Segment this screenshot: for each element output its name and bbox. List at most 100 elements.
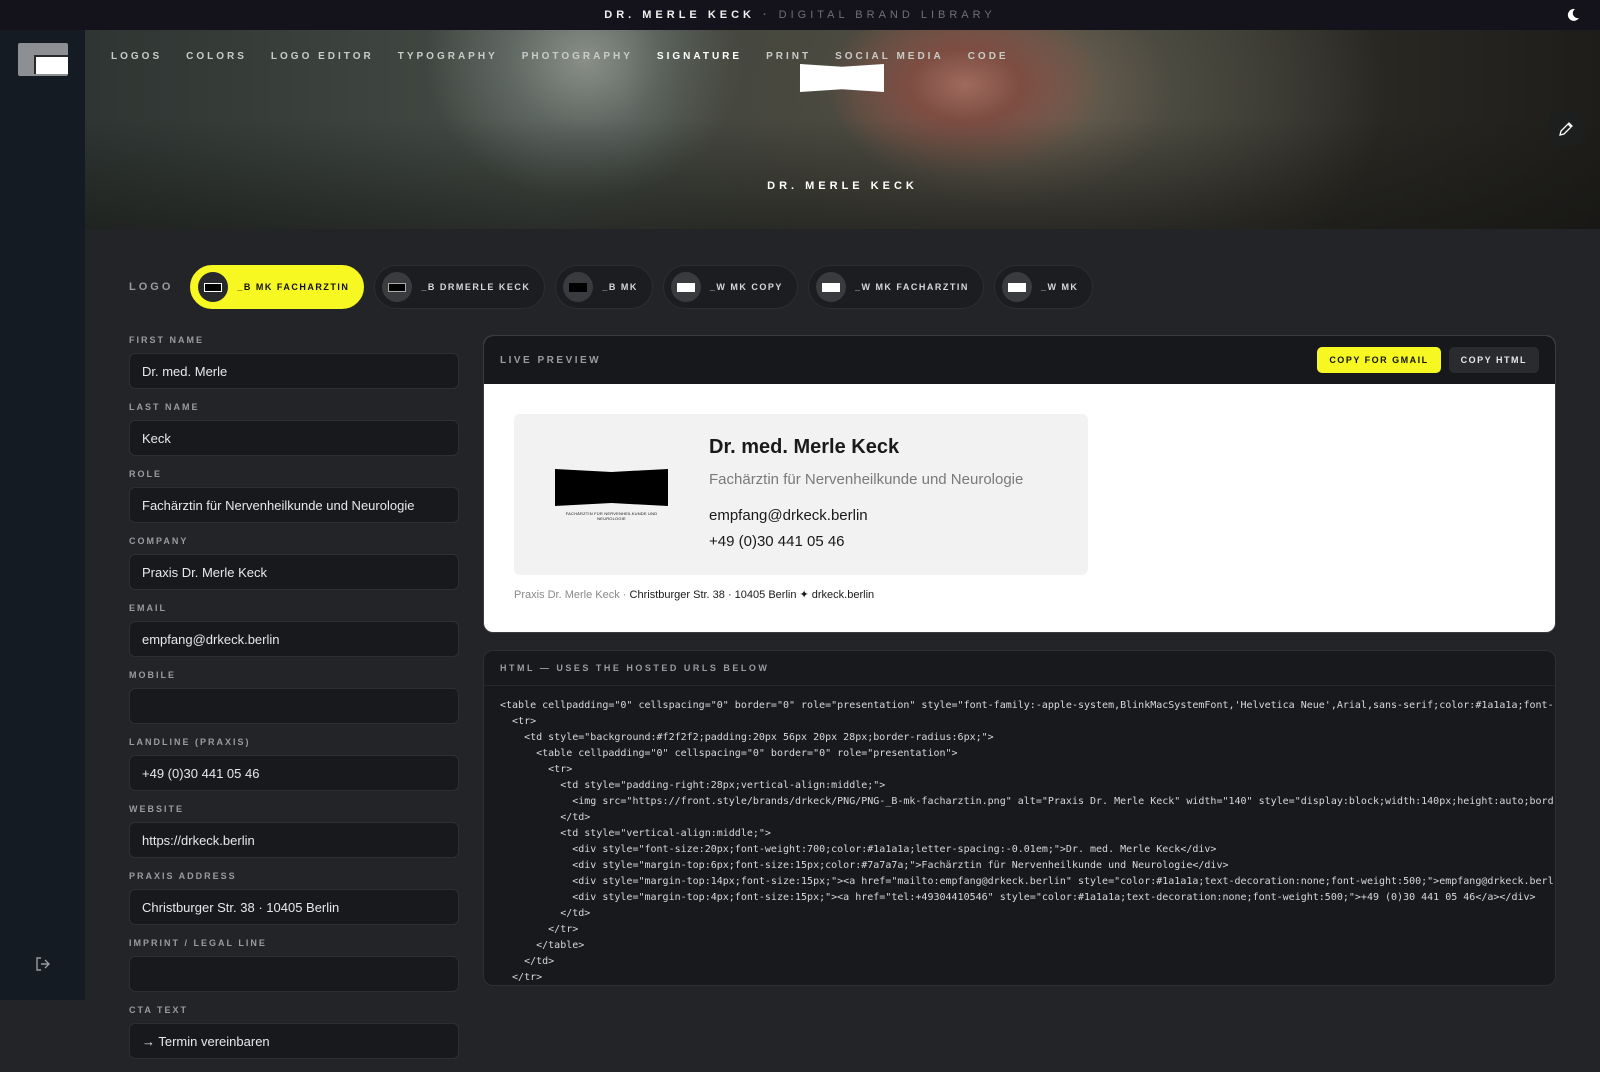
- code-line: <table cellpadding="0" cellspacing="0" b…: [500, 748, 958, 759]
- field-last-name: LAST NAME Keck: [129, 402, 459, 456]
- preview-title: LIVE PREVIEW: [500, 354, 602, 366]
- nav-logo-editor[interactable]: LOGO EDITOR: [271, 51, 374, 62]
- last-name-input[interactable]: Keck: [129, 420, 459, 456]
- address-input[interactable]: Christburger Str. 38 · 10405 Berlin: [129, 889, 459, 925]
- logo-label: LOGO: [129, 281, 174, 293]
- field-label: COMPANY: [129, 536, 189, 546]
- field-label: FIRST NAME: [129, 335, 204, 345]
- logo-chip-b-mk-facharztin[interactable]: _B MK FACHARZTIN: [190, 265, 365, 309]
- field-label: EMAIL: [129, 603, 167, 613]
- live-preview-panel: LIVE PREVIEW COPY FOR GMAIL COPY HTML FA…: [483, 335, 1556, 633]
- field-label: ROLE: [129, 469, 163, 479]
- mobile-input[interactable]: [129, 688, 459, 724]
- code-line: <tr>: [500, 764, 573, 775]
- logo-chip-b-mk[interactable]: _B MK: [555, 265, 653, 309]
- html-code-panel: HTML — USES THE HOSTED URLS BELOW <table…: [483, 650, 1556, 986]
- imprint-input[interactable]: [129, 956, 459, 992]
- signature-logo: [555, 469, 668, 506]
- hero-logo: [800, 64, 884, 92]
- nav-photography[interactable]: PHOTOGRAPHY: [522, 51, 633, 62]
- brand-name: DR. MERLE KECK: [604, 9, 755, 21]
- code-line: <img src="https://front.style/brands/drk…: [500, 796, 1554, 807]
- cta-input[interactable]: → Termin vereinbaren: [129, 1023, 459, 1059]
- side-rail: [0, 30, 85, 1000]
- logo-chip-w-mk-copy[interactable]: _W MK COPY: [662, 265, 798, 309]
- copy-for-gmail-button[interactable]: COPY FOR GMAIL: [1317, 347, 1441, 373]
- logo-chip-w-mk-facharztin[interactable]: _W MK FACHARZTIN: [807, 265, 984, 309]
- code-line: <td style="background:#f2f2f2;padding:20…: [500, 732, 994, 743]
- hero-banner: LOGOS COLORS LOGO EDITOR TYPOGRAPHY PHOT…: [85, 30, 1600, 229]
- code-line: <div style="font-size:20px;font-weight:7…: [500, 844, 1217, 855]
- code-line: </tr>: [500, 924, 579, 935]
- signature-card: FACHÄRZTIN FÜR NERVENHEILKUNDE UND NEURO…: [514, 414, 1088, 575]
- company-input[interactable]: Praxis Dr. Merle Keck: [129, 554, 459, 590]
- field-label: LANDLINE (PRAXIS): [129, 737, 251, 747]
- field-imprint: IMPRINT / LEGAL LINE: [129, 938, 459, 992]
- code-line: <tr>: [500, 716, 537, 727]
- field-label: MOBILE: [129, 670, 176, 680]
- field-label: IMPRINT / LEGAL LINE: [129, 938, 267, 948]
- preview-header: LIVE PREVIEW COPY FOR GMAIL COPY HTML: [484, 336, 1555, 384]
- field-landline: LANDLINE (PRAXIS) +49 (0)30 441 05 46: [129, 737, 459, 791]
- logo-chip-w-mk[interactable]: _W MK: [993, 265, 1094, 309]
- logo-thumb: [670, 272, 701, 302]
- moon-icon[interactable]: [1566, 8, 1580, 22]
- website-input[interactable]: https://drkeck.berlin: [129, 822, 459, 858]
- main-nav: LOGOS COLORS LOGO EDITOR TYPOGRAPHY PHOT…: [111, 51, 1033, 62]
- field-company: COMPANY Praxis Dr. Merle Keck: [129, 536, 459, 590]
- nav-colors[interactable]: COLORS: [186, 51, 247, 62]
- logo-thumb: [1001, 272, 1032, 302]
- chip-label: _W MK FACHARZTIN: [854, 282, 969, 292]
- landline-input[interactable]: +49 (0)30 441 05 46: [129, 755, 459, 791]
- pencil-icon: [1559, 122, 1573, 136]
- chip-label: _B MK: [602, 282, 638, 292]
- code-title: HTML — USES THE HOSTED URLS BELOW: [484, 651, 1555, 686]
- field-label: WEBSITE: [129, 804, 185, 814]
- top-bar: DR. MERLE KECK · DIGITAL BRAND LIBRARY: [0, 0, 1600, 30]
- nav-signature[interactable]: SIGNATURE: [657, 51, 742, 62]
- code-line: </tr>: [500, 972, 543, 983]
- signature-form: FIRST NAME Dr. med. Merle LAST NAME Keck R…: [129, 335, 459, 1072]
- role-input[interactable]: Fachärztin für Nervenheilkunde und Neuro…: [129, 487, 459, 523]
- signature-phone[interactable]: +49 (0)30 441 05 46: [709, 533, 845, 550]
- logo-thumb: [382, 272, 413, 302]
- footer-address: Christburger Str. 38 · 10405 Berlin ✦ dr…: [629, 589, 875, 601]
- logo-thumb: [815, 272, 846, 302]
- field-address: PRAXIS ADDRESS Christburger Str. 38 · 104…: [129, 871, 459, 925]
- signature-logo-caption: FACHÄRZTIN FÜR NERVENHEILKUNDE UND NEURO…: [565, 511, 658, 521]
- nav-social-media[interactable]: SOCIAL MEDIA: [835, 51, 944, 62]
- logo-chip-b-drmerle-keck[interactable]: _B DRMERLE KECK: [374, 265, 546, 309]
- field-role: ROLE Fachärztin für Nervenheilkunde und N…: [129, 469, 459, 523]
- nav-print[interactable]: PRINT: [766, 51, 811, 62]
- code-line: <table cellpadding="0" cellspacing="0" b…: [500, 700, 1554, 711]
- code-line: </td>: [500, 956, 555, 967]
- logout-icon[interactable]: [34, 955, 52, 973]
- code-line: <div style="margin-top:6px;font-size:15p…: [500, 860, 1229, 871]
- field-cta: CTA TEXT → Termin vereinbaren: [129, 1005, 459, 1059]
- nav-logos[interactable]: LOGOS: [111, 51, 162, 62]
- email-input[interactable]: empfang@drkeck.berlin: [129, 621, 459, 657]
- field-label: LAST NAME: [129, 402, 200, 412]
- app-logo[interactable]: [18, 43, 68, 76]
- edit-button[interactable]: [1549, 112, 1583, 146]
- code-line: </td>: [500, 908, 591, 919]
- code-line: <td style="vertical-align:middle;">: [500, 828, 771, 839]
- signature-role: Fachärztin für Nervenheilkunde und Neuro…: [709, 471, 1024, 488]
- signature-name: Dr. med. Merle Keck: [709, 436, 900, 458]
- field-label: CTA TEXT: [129, 1005, 188, 1015]
- code-line: <div style="margin-top:4px;font-size:15p…: [500, 892, 1536, 903]
- nav-typography[interactable]: TYPOGRAPHY: [398, 51, 498, 62]
- preview-actions: COPY FOR GMAIL COPY HTML: [1317, 347, 1539, 373]
- hero-name: DR. MERLE KECK: [767, 180, 918, 192]
- signature-email[interactable]: empfang@drkeck.berlin: [709, 507, 868, 524]
- first-name-input[interactable]: Dr. med. Merle: [129, 353, 459, 389]
- chip-label: _W MK COPY: [709, 282, 783, 292]
- field-label: PRAXIS ADDRESS: [129, 871, 237, 881]
- copy-html-button[interactable]: COPY HTML: [1448, 347, 1539, 373]
- field-email: EMAIL empfang@drkeck.berlin: [129, 603, 459, 657]
- nav-code[interactable]: CODE: [968, 51, 1009, 62]
- code-block[interactable]: <table cellpadding="0" cellspacing="0" b…: [484, 686, 1555, 985]
- signature-footer: Praxis Dr. Merle Keck · Christburger Str…: [514, 588, 874, 601]
- logo-thumb: [563, 272, 594, 302]
- logo-thumb: [198, 272, 229, 302]
